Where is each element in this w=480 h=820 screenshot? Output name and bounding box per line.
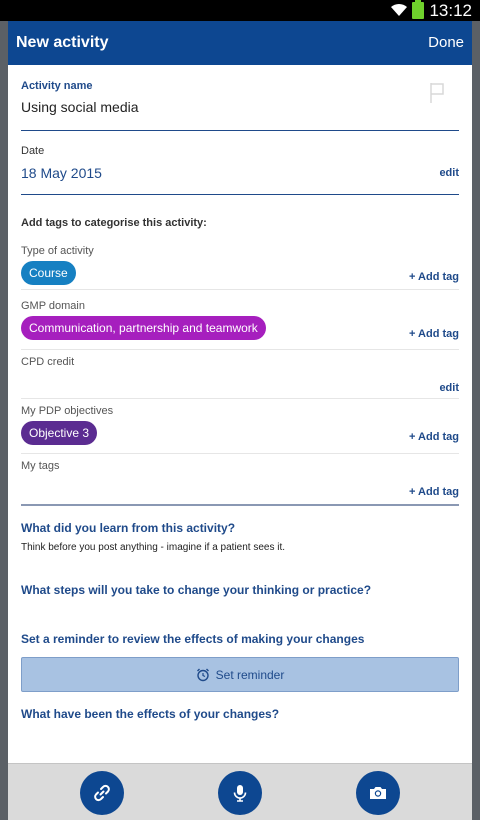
question-learn[interactable]: What did you learn from this activity? <box>21 521 235 535</box>
add-tag-link[interactable]: + Add tag <box>409 271 459 283</box>
alarm-clock-icon <box>196 668 209 681</box>
tags-intro: Add tags to categorise this activity: <box>21 217 207 229</box>
new-activity-dialog: New activity Done Activity name Using so… <box>8 21 472 820</box>
tag-row-label: GMP domain <box>21 300 85 312</box>
take-photo-button[interactable] <box>356 771 400 815</box>
tag-row-label: My PDP objectives <box>21 405 114 417</box>
tag-pill-gmp-domain[interactable]: Communication, partnership and teamwork <box>21 316 266 340</box>
wifi-icon <box>391 3 407 16</box>
battery-icon <box>412 0 424 19</box>
status-time: 13:12 <box>429 1 472 20</box>
background-edge-left <box>0 21 8 820</box>
add-tag-link[interactable]: + Add tag <box>409 431 459 443</box>
tag-pill-objective[interactable]: Objective 3 <box>21 421 98 445</box>
camera-icon <box>370 787 386 799</box>
header-bar: New activity Done <box>8 21 472 65</box>
question-effects[interactable]: What have been the effects of your chang… <box>21 707 279 721</box>
bottom-action-bar <box>8 763 472 820</box>
add-tag-link[interactable]: + Add tag <box>409 486 459 498</box>
link-icon <box>94 784 110 802</box>
record-audio-button[interactable] <box>218 771 262 815</box>
tag-row-my-tags: My tags + Add tag <box>21 460 459 506</box>
tag-row-type-of-activity: Type of activity Course + Add tag <box>21 245 459 290</box>
status-bar: 13:12 <box>0 0 480 21</box>
done-button[interactable]: Done <box>428 21 464 65</box>
answer-learn[interactable]: Think before you post anything - imagine… <box>21 542 285 553</box>
page-title: New activity <box>16 34 109 51</box>
background-edge-right <box>472 21 480 820</box>
activity-name-value[interactable]: Using social media <box>21 99 139 115</box>
microphone-icon <box>233 785 247 802</box>
date-label: Date <box>21 145 45 157</box>
date-value: 18 May 2015 <box>21 165 102 181</box>
add-tag-link[interactable]: + Add tag <box>409 328 459 340</box>
question-reminder: Set a reminder to review the effects of … <box>21 632 365 646</box>
tag-row-label: My tags <box>21 460 60 472</box>
flag-icon[interactable] <box>429 82 445 104</box>
cpd-credit-edit-link[interactable]: edit <box>439 382 459 394</box>
set-reminder-label: Set reminder <box>215 667 285 682</box>
activity-name-label: Activity name <box>21 80 93 92</box>
question-steps[interactable]: What steps will you take to change your … <box>21 583 371 597</box>
tag-row-label: Type of activity <box>21 245 94 257</box>
tag-pill-course[interactable]: Course <box>21 261 76 285</box>
tag-row-pdp-objectives: My PDP objectives Objective 3 + Add tag <box>21 405 459 454</box>
tag-row-cpd-credit: CPD credit edit <box>21 356 459 399</box>
date-edit-link[interactable]: edit <box>439 167 459 179</box>
tag-row-gmp-domain: GMP domain Communication, partnership an… <box>21 300 459 350</box>
tag-row-label: CPD credit <box>21 356 75 368</box>
activity-name-field[interactable]: Activity name Using social media <box>21 80 459 131</box>
set-reminder-button[interactable]: Set reminder <box>21 657 459 692</box>
attach-link-button[interactable] <box>80 771 124 815</box>
date-field: Date 18 May 2015 edit <box>21 145 459 195</box>
